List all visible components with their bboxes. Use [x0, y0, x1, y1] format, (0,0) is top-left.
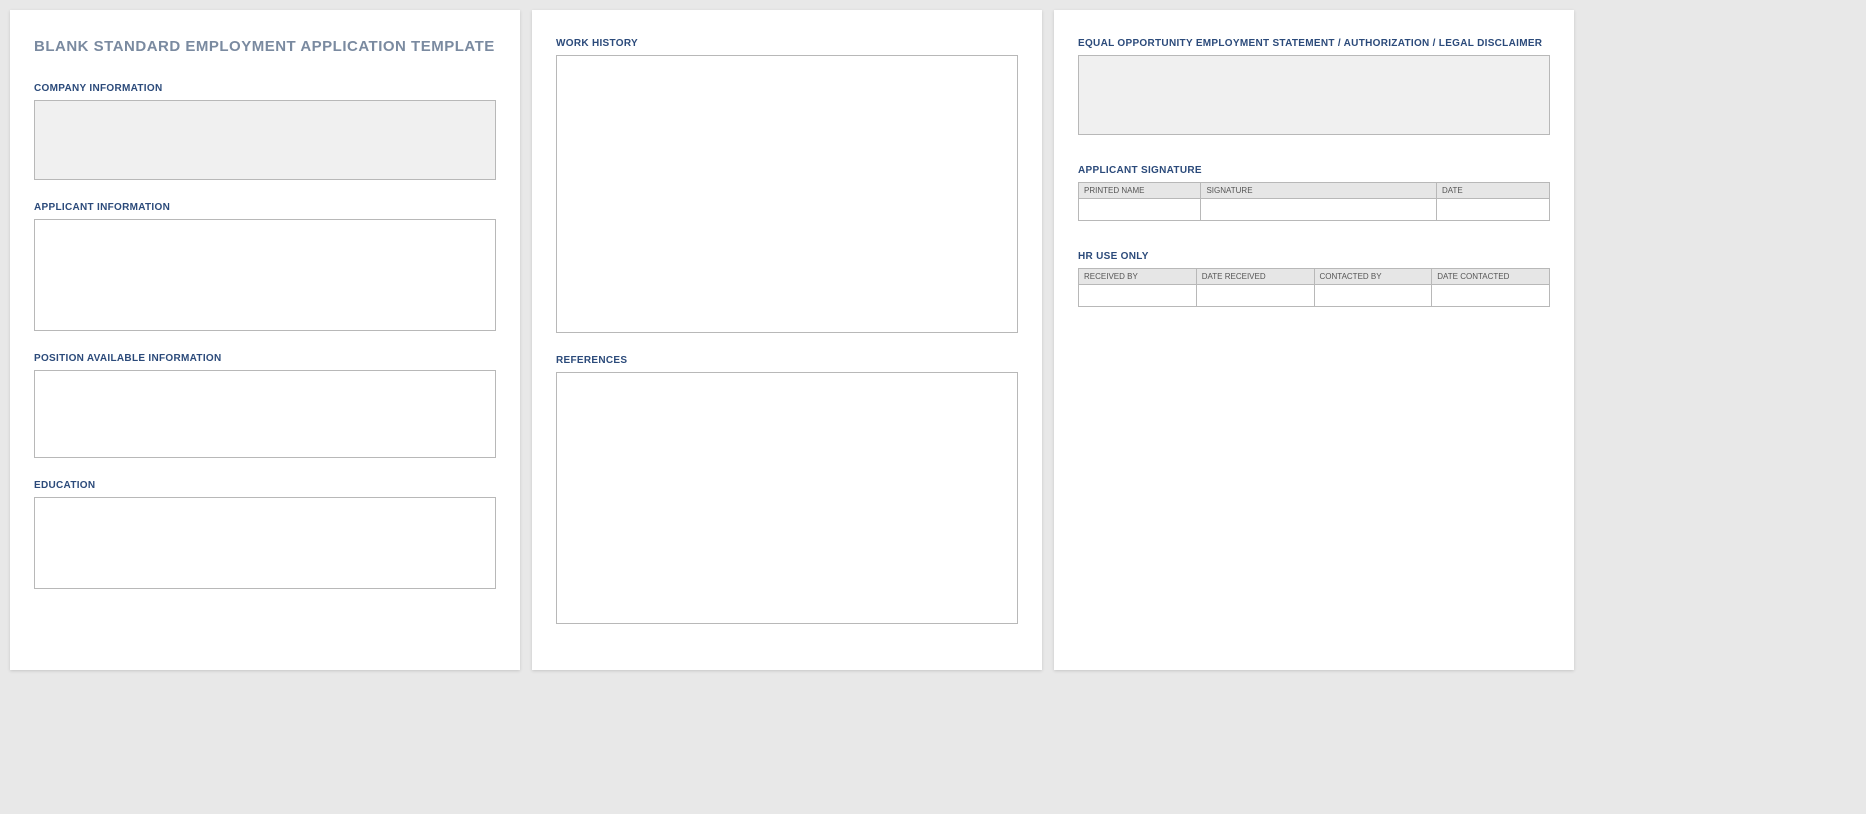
position-info-label: POSITION AVAILABLE INFORMATION	[34, 353, 496, 364]
position-info-box[interactable]	[34, 370, 496, 458]
page-1: BLANK STANDARD EMPLOYMENT APPLICATION TE…	[10, 10, 520, 670]
work-history-label: WORK HISTORY	[556, 38, 1018, 49]
received-by-header: RECEIVED BY	[1079, 269, 1197, 285]
signature-table: PRINTED NAME SIGNATURE DATE	[1078, 182, 1550, 221]
date-contacted-cell[interactable]	[1432, 285, 1550, 307]
date-header: DATE	[1436, 183, 1549, 199]
applicant-signature-label: APPLICANT SIGNATURE	[1078, 165, 1550, 176]
education-box[interactable]	[34, 497, 496, 589]
table-row	[1079, 199, 1550, 221]
document-pages: BLANK STANDARD EMPLOYMENT APPLICATION TE…	[10, 10, 1856, 670]
applicant-info-label: APPLICANT INFORMATION	[34, 202, 496, 213]
hr-use-only-label: HR USE ONLY	[1078, 251, 1550, 262]
signature-header: SIGNATURE	[1201, 183, 1437, 199]
date-contacted-header: DATE CONTACTED	[1432, 269, 1550, 285]
eeo-statement-label: EQUAL OPPORTUNITY EMPLOYMENT STATEMENT /…	[1078, 38, 1550, 49]
company-info-label: COMPANY INFORMATION	[34, 83, 496, 94]
printed-name-header: PRINTED NAME	[1079, 183, 1201, 199]
table-header-row: PRINTED NAME SIGNATURE DATE	[1079, 183, 1550, 199]
education-label: EDUCATION	[34, 480, 496, 491]
date-received-cell[interactable]	[1196, 285, 1314, 307]
company-info-box[interactable]	[34, 100, 496, 180]
references-box[interactable]	[556, 372, 1018, 624]
applicant-info-box[interactable]	[34, 219, 496, 331]
references-label: REFERENCES	[556, 355, 1018, 366]
table-header-row: RECEIVED BY DATE RECEIVED CONTACTED BY D…	[1079, 269, 1550, 285]
page-2: WORK HISTORY REFERENCES	[532, 10, 1042, 670]
received-by-cell[interactable]	[1079, 285, 1197, 307]
eeo-statement-box[interactable]	[1078, 55, 1550, 135]
date-cell[interactable]	[1436, 199, 1549, 221]
printed-name-cell[interactable]	[1079, 199, 1201, 221]
page-3: EQUAL OPPORTUNITY EMPLOYMENT STATEMENT /…	[1054, 10, 1574, 670]
hr-table: RECEIVED BY DATE RECEIVED CONTACTED BY D…	[1078, 268, 1550, 307]
contacted-by-header: CONTACTED BY	[1314, 269, 1432, 285]
signature-cell[interactable]	[1201, 199, 1437, 221]
contacted-by-cell[interactable]	[1314, 285, 1432, 307]
document-title: BLANK STANDARD EMPLOYMENT APPLICATION TE…	[34, 38, 496, 55]
date-received-header: DATE RECEIVED	[1196, 269, 1314, 285]
table-row	[1079, 285, 1550, 307]
work-history-box[interactable]	[556, 55, 1018, 333]
